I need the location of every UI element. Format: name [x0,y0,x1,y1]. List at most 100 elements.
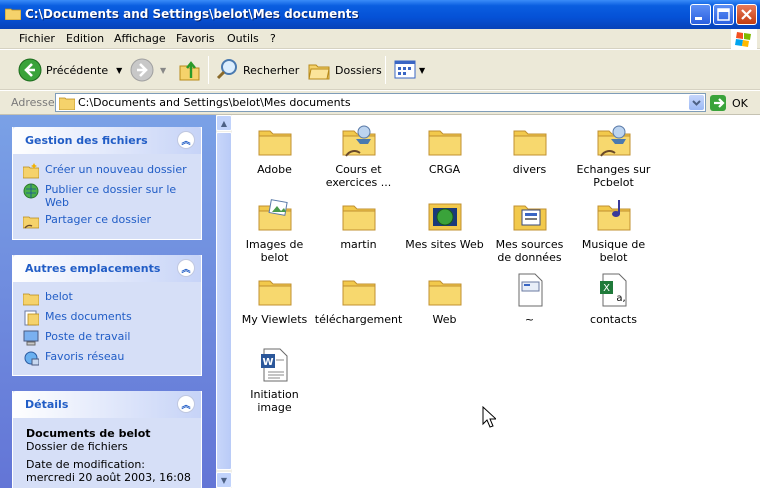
maximize-button[interactable] [713,4,734,25]
place-network[interactable]: Favoris réseau [23,350,124,366]
svg-text:X: X [603,283,610,294]
collapse-chevron-icon[interactable]: ︽ [177,259,195,277]
place-belot[interactable]: belot [23,290,73,306]
details-type: Dossier de fichiers [26,440,128,453]
back-button[interactable]: Précédente ▼ [18,50,122,90]
go-label: OK [732,96,748,110]
file-item[interactable]: Mes sites Web [402,198,487,251]
file-item[interactable]: divers [487,123,572,176]
task-new-folder[interactable]: Créer un nouveau dossier [23,163,187,179]
details-name: Documents de belot [26,427,151,440]
file-item[interactable]: Images de belot [232,198,317,264]
details-header[interactable]: Détails ︽ [13,391,201,418]
views-icon [394,60,416,79]
close-button[interactable] [736,4,757,25]
file-item[interactable]: CRGA [402,123,487,176]
share-folder-icon [23,216,39,229]
file-item[interactable]: Adobe [232,123,317,176]
word-file-icon: W [258,348,292,382]
back-arrow-icon [18,58,42,82]
menu-tools[interactable]: Outils [227,32,259,45]
minimize-button[interactable] [690,4,711,25]
folder-icon [342,198,376,232]
file-item[interactable]: My Viewlets [232,273,317,326]
mouse-cursor-icon [482,406,496,428]
details-title: Détails [25,398,69,411]
collapse-chevron-icon[interactable]: ︽ [177,131,195,149]
file-name: téléchargement [314,313,403,326]
address-bar: Adresse C:\Documents and Settings\belot\… [0,91,760,115]
place-my-documents[interactable]: Mes documents [23,310,132,326]
folder-icon [258,123,292,157]
windows-logo [731,29,757,49]
details-modified: Date de modification: mercredi 20 août 2… [26,458,191,484]
file-name: Mes sources de données [495,238,564,264]
address-field[interactable]: C:\Documents and Settings\belot\Mes docu… [55,93,706,112]
search-button[interactable]: Recherher [215,50,299,90]
svg-text:a,: a, [616,293,625,304]
file-item[interactable]: W Initiation image [232,348,317,414]
toolbar-separator [208,56,209,84]
views-dropdown-icon[interactable]: ▼ [419,66,425,75]
folder-icon [342,273,376,307]
file-item[interactable]: Mes sources de données [487,198,572,264]
views-button[interactable]: ▼ [393,50,425,90]
file-item[interactable]: Xa, contacts [571,273,656,326]
menu-help[interactable]: ? [270,32,276,45]
file-item[interactable]: martin [316,198,401,251]
chevron-down-icon [692,100,701,106]
file-name: Musique de belot [581,238,646,264]
go-button[interactable]: OK [709,93,748,113]
file-name: Echanges sur Pcbelot [576,163,651,189]
forward-button[interactable]: ▼ [130,50,166,90]
file-item[interactable]: Musique de belot [571,198,656,264]
task-publish-web[interactable]: Publier ce dossier sur le Web [23,183,183,209]
task-pane-scrollbar[interactable]: ▲ ▼ [216,115,232,488]
forward-dropdown-icon[interactable]: ▼ [160,66,166,75]
search-icon [216,59,237,80]
my-documents-icon [24,310,39,326]
scroll-down-button[interactable]: ▼ [216,472,232,488]
back-label: Précédente [46,63,109,77]
menu-file[interactable]: Fichier [19,32,55,45]
file-item[interactable]: Web [402,273,487,326]
folders-button[interactable]: Dossiers [307,50,382,90]
go-arrow-icon [710,95,726,111]
menu-view[interactable]: Affichage [114,32,166,45]
toolbar-separator [385,56,386,84]
file-name: Images de belot [245,238,304,264]
file-item[interactable]: Echanges sur Pcbelot [571,123,656,189]
back-dropdown-icon[interactable]: ▼ [116,66,122,75]
file-item[interactable]: ~ [487,273,572,326]
collapse-chevron-icon[interactable]: ︽ [177,395,195,413]
place-my-computer[interactable]: Poste de travail [23,330,130,346]
task-share-folder[interactable]: Partager ce dossier [23,213,151,229]
folder-icon [59,97,75,110]
my-computer-icon [23,330,39,346]
music-folder-icon [597,198,631,232]
menu-favorites[interactable]: Favoris [176,32,215,45]
menu-bar: Fichier Edition Affichage Favoris Outils… [0,29,760,49]
minimize-icon [695,17,702,20]
title-bar[interactable]: C:\Documents and Settings\belot\Mes docu… [0,0,760,29]
file-tasks-title: Gestion des fichiers [25,134,148,147]
file-item[interactable]: téléchargement [314,273,403,326]
other-places-header[interactable]: Autres emplacements ︽ [13,255,201,282]
file-tasks-header[interactable]: Gestion des fichiers ︽ [13,127,201,154]
address-value: C:\Documents and Settings\belot\Mes docu… [78,96,351,109]
excel-file-icon: Xa, [597,273,631,307]
task-label: Partager ce dossier [45,213,152,226]
scroll-thumb[interactable] [216,132,232,470]
publish-globe-icon [23,183,39,199]
file-name: Mes sites Web [405,238,484,251]
toolbar: Précédente ▼ ▼ Recherher Dossiers ▼ [0,50,760,90]
address-dropdown-button[interactable] [689,95,704,110]
place-label: Favoris réseau [45,350,125,363]
close-icon [741,9,752,20]
scroll-up-button[interactable]: ▲ [216,115,232,131]
up-folder-button[interactable] [178,50,202,90]
file-item[interactable]: Cours et exercices ... [316,123,401,189]
folders-label: Dossiers [335,63,382,77]
menu-edit[interactable]: Edition [66,32,104,45]
folder-icon [23,293,39,306]
